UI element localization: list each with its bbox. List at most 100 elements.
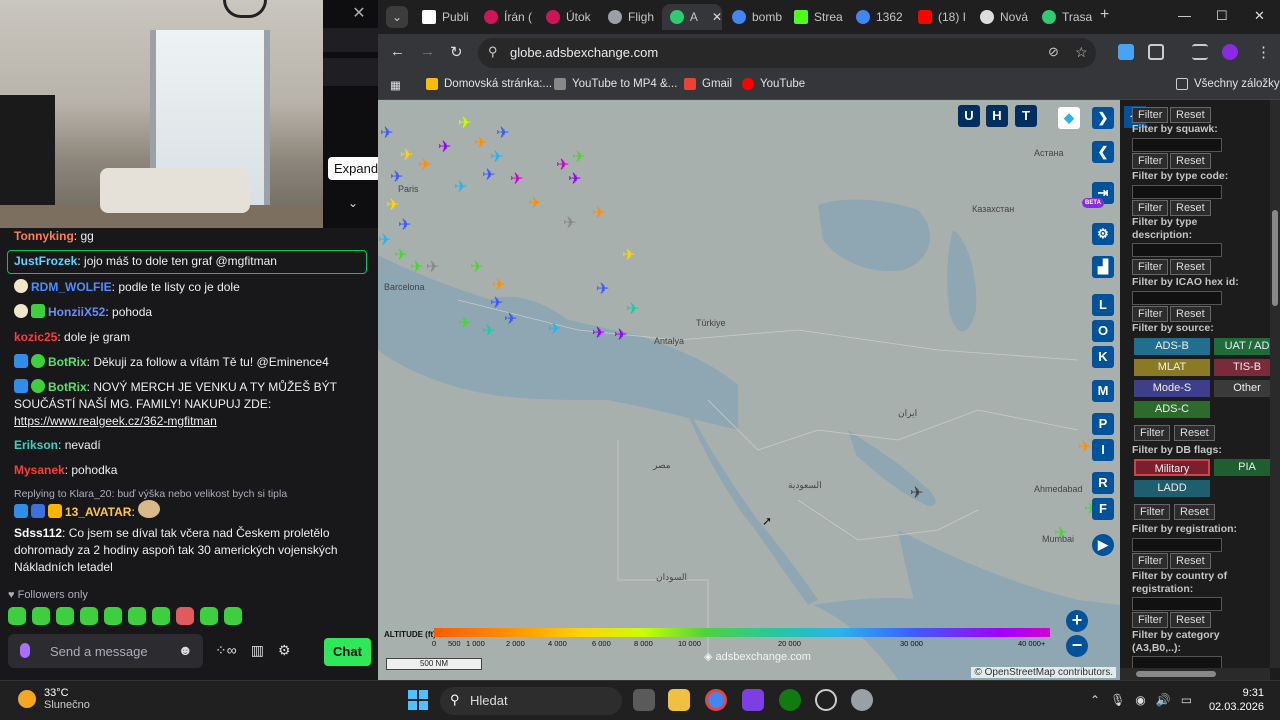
chat-username[interactable]: BotRix: [48, 355, 87, 369]
emote-icon[interactable]: [200, 607, 218, 625]
chat-username[interactable]: HonziiX52: [48, 305, 105, 319]
site-info-icon[interactable]: ⚲: [488, 44, 498, 60]
layers-icon[interactable]: ◆: [1058, 107, 1080, 129]
reset-button[interactable]: Reset: [1170, 153, 1211, 169]
source-adsb-toggle[interactable]: ADS-B: [1134, 338, 1210, 355]
emote-icon[interactable]: [8, 607, 26, 625]
filter-button[interactable]: Filter: [1134, 425, 1171, 441]
flag-ladd-toggle[interactable]: LADD: [1134, 480, 1210, 497]
reset-button[interactable]: Reset: [1170, 306, 1211, 322]
settings-app-icon[interactable]: [851, 689, 873, 711]
tab[interactable]: Strea: [786, 4, 848, 30]
map-button-u[interactable]: U: [958, 105, 980, 127]
tab[interactable]: bomb: [724, 4, 786, 30]
tab-close-icon[interactable]: ✕: [712, 10, 722, 24]
filter-button[interactable]: Filter: [1132, 259, 1169, 275]
flight-map[interactable]: ✈ ✈ ✈ ✈ ✈ ✈ ✈ ✈ ✈ ✈ ✈ ✈ ✈ ✈ ✈ ✈ ✈ ✈ ✈ ✈ …: [378, 100, 1120, 680]
chat-username[interactable]: RDM_WOLFIE: [31, 280, 112, 294]
clock[interactable]: 9:31 02.03.2026: [1208, 686, 1264, 714]
source-modes-toggle[interactable]: Mode-S: [1134, 380, 1210, 397]
task-view-icon[interactable]: [633, 689, 655, 711]
forward-icon[interactable]: →: [420, 43, 435, 60]
maximize-icon[interactable]: ☐: [1216, 8, 1228, 24]
source-adsc-toggle[interactable]: ADS-C: [1134, 401, 1210, 418]
emote-icon[interactable]: [56, 607, 74, 625]
tab-active[interactable]: A ✕: [662, 4, 722, 30]
tab[interactable]: Fligh: [600, 4, 662, 30]
bookmark[interactable]: Gmail: [684, 78, 732, 90]
osm-attribution[interactable]: © OpenStreetMap contributors.: [971, 667, 1116, 678]
merch-link[interactable]: https://www.realgeek.cz/362-mgfitman: [14, 414, 217, 428]
emote-icon[interactable]: [224, 607, 242, 625]
map-button-h[interactable]: H: [986, 105, 1008, 127]
reset-button[interactable]: Reset: [1170, 612, 1211, 628]
bookmark[interactable]: YouTube to MP4 &...: [554, 78, 677, 90]
map-button-t[interactable]: T: [1015, 105, 1037, 127]
reset-button[interactable]: Reset: [1170, 107, 1211, 123]
registration-input[interactable]: [1132, 538, 1222, 552]
back-icon[interactable]: ←: [390, 43, 405, 60]
media-icon[interactable]: [1192, 44, 1208, 60]
map-button-p[interactable]: P: [1092, 413, 1114, 435]
tab[interactable]: Nová: [972, 4, 1034, 30]
map-canvas[interactable]: [378, 100, 1120, 680]
chevron-right-icon[interactable]: ❯: [1092, 107, 1114, 129]
map-button-m[interactable]: M: [1092, 380, 1114, 402]
eye-off-icon[interactable]: ⊘: [1048, 44, 1059, 60]
emote-icon[interactable]: [176, 607, 194, 625]
volume-icon[interactable]: 🔊: [1156, 693, 1171, 707]
star-icon[interactable]: ☆: [1075, 44, 1088, 61]
emote-icon[interactable]: [32, 607, 50, 625]
replay-icon[interactable]: ▶: [1092, 534, 1114, 556]
gear-icon[interactable]: ⚙: [278, 642, 291, 659]
close-window-icon[interactable]: ✕: [1254, 8, 1265, 24]
tab[interactable]: Publi: [414, 4, 476, 30]
battery-icon[interactable]: ▭: [1181, 693, 1192, 707]
settings-icon[interactable]: ⚙: [1092, 223, 1114, 245]
panel-scrollbar[interactable]: [1270, 100, 1280, 668]
filter-button[interactable]: Filter: [1132, 200, 1169, 216]
chat-button[interactable]: Chat: [324, 638, 371, 666]
country-input[interactable]: [1132, 597, 1222, 611]
map-button-l[interactable]: L: [1092, 294, 1114, 316]
network-icon[interactable]: ◉: [1135, 693, 1145, 707]
tab[interactable]: Írán (: [476, 4, 538, 30]
weather-widget[interactable]: 33°C Slunečno: [18, 687, 90, 711]
app-icon[interactable]: [742, 689, 764, 711]
tab[interactable]: Útok: [538, 4, 600, 30]
stats-icon[interactable]: ▟: [1092, 256, 1114, 278]
file-explorer-icon[interactable]: [668, 689, 690, 711]
tab-search-icon[interactable]: ⌄: [386, 6, 408, 28]
chevron-left-icon[interactable]: ❮: [1092, 141, 1114, 163]
flag-military-toggle[interactable]: Military: [1134, 459, 1210, 476]
puzzle-icon[interactable]: [1148, 44, 1164, 60]
taskbar-search[interactable]: ⚲ Hledat: [440, 687, 622, 715]
bookmark[interactable]: YouTube: [742, 78, 805, 90]
filter-button[interactable]: Filter: [1132, 107, 1169, 123]
zoom-out-button[interactable]: −: [1066, 635, 1088, 657]
reset-button[interactable]: Reset: [1170, 553, 1211, 569]
filter-button[interactable]: Filter: [1132, 306, 1169, 322]
reset-button[interactable]: Reset: [1170, 259, 1211, 275]
chevron-down-icon[interactable]: ⌄: [337, 190, 369, 216]
chevron-up-icon[interactable]: ⌃: [1090, 693, 1100, 707]
filter-button[interactable]: Filter: [1134, 504, 1171, 520]
avatar[interactable]: [1222, 44, 1238, 60]
chat-username[interactable]: 13_AVATAR: [65, 505, 131, 519]
close-icon[interactable]: ✕: [348, 4, 370, 26]
emote-icon[interactable]: [104, 607, 122, 625]
extension-icon[interactable]: [1118, 44, 1134, 60]
icao-input[interactable]: [1132, 291, 1222, 305]
source-mlat-toggle[interactable]: MLAT: [1134, 359, 1210, 376]
squawk-input[interactable]: [1132, 138, 1222, 152]
xbox-icon[interactable]: [779, 689, 801, 711]
mic-tray-icon[interactable]: 🎙: [1110, 693, 1125, 707]
app-icon[interactable]: [815, 689, 837, 711]
chat-username[interactable]: Erikson: [14, 438, 58, 452]
map-button-i[interactable]: I: [1092, 439, 1114, 461]
all-bookmarks[interactable]: Všechny záložky: [1176, 78, 1280, 90]
emote-icon[interactable]: [128, 607, 146, 625]
mic-icon[interactable]: [20, 643, 30, 658]
emoji-icon[interactable]: ☻: [178, 642, 193, 658]
emote-icon[interactable]: [80, 607, 98, 625]
